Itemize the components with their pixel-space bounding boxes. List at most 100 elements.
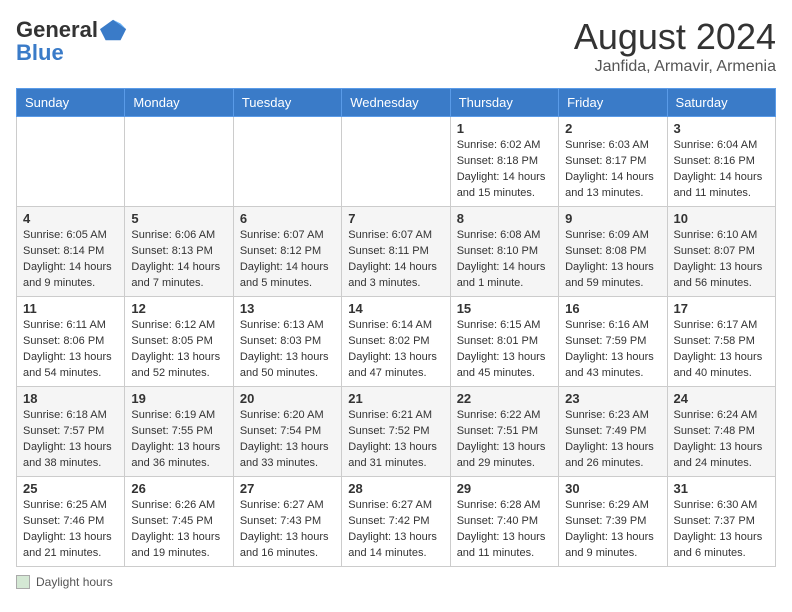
day-number: 14 [348, 301, 443, 316]
day-info: Sunrise: 6:28 AM Sunset: 7:40 PM Dayligh… [457, 498, 552, 562]
day-info: Sunrise: 6:27 AM Sunset: 7:43 PM Dayligh… [240, 498, 335, 562]
calendar-cell: 18Sunrise: 6:18 AM Sunset: 7:57 PM Dayli… [17, 387, 125, 477]
calendar-cell: 28Sunrise: 6:27 AM Sunset: 7:42 PM Dayli… [342, 477, 450, 567]
calendar-cell: 15Sunrise: 6:15 AM Sunset: 8:01 PM Dayli… [450, 297, 558, 387]
calendar-cell: 27 Sunrise: 6:27 AM Sunset: 7:43 PM Dayli… [233, 477, 341, 567]
calendar-week-row: 4 Sunrise: 6:05 AM Sunset: 8:14 PM Daylig… [17, 207, 776, 297]
day-info: Sunrise: 6:03 AM Sunset: 8:17 PM Dayligh… [565, 138, 660, 202]
calendar-week-row: 18Sunrise: 6:18 AM Sunset: 7:57 PM Dayli… [17, 387, 776, 477]
day-of-week-header: Monday [125, 89, 233, 117]
day-number: 29 [457, 481, 552, 496]
day-info: Sunrise: 6:05 AM Sunset: 8:14 PM Dayligh… [23, 228, 118, 292]
calendar-cell: 7Sunrise: 6:07 AM Sunset: 8:11 PM Daylig… [342, 207, 450, 297]
calendar-cell: 3 Sunrise: 6:04 AM Sunset: 8:16 PM Daylig… [667, 117, 775, 207]
day-info: Sunrise: 6:24 AM Sunset: 7:48 PM Dayligh… [674, 408, 769, 472]
day-info: Sunrise: 6:07 AM Sunset: 8:12 PM Dayligh… [240, 228, 335, 292]
day-number: 26 [131, 481, 226, 496]
calendar-cell [125, 117, 233, 207]
logo: General Blue [16, 16, 128, 66]
day-info: Sunrise: 6:12 AM Sunset: 8:05 PM Dayligh… [131, 318, 226, 382]
calendar-cell: 26 Sunrise: 6:26 AM Sunset: 7:45 PM Dayli… [125, 477, 233, 567]
day-number: 16 [565, 301, 660, 316]
calendar-week-row: 25 Sunrise: 6:25 AM Sunset: 7:46 PM Dayli… [17, 477, 776, 567]
calendar-cell: 5Sunrise: 6:06 AM Sunset: 8:13 PM Daylig… [125, 207, 233, 297]
day-number: 10 [674, 211, 769, 226]
day-number: 4 [23, 211, 118, 226]
calendar-cell: 21 Sunrise: 6:21 AM Sunset: 7:52 PM Dayli… [342, 387, 450, 477]
day-number: 3 [674, 121, 769, 136]
calendar-cell: 25 Sunrise: 6:25 AM Sunset: 7:46 PM Dayli… [17, 477, 125, 567]
day-number: 21 [348, 391, 443, 406]
day-of-week-header: Sunday [17, 89, 125, 117]
day-number: 5 [131, 211, 226, 226]
day-info: Sunrise: 6:25 AM Sunset: 7:46 PM Dayligh… [23, 498, 118, 562]
day-info: Sunrise: 6:13 AM Sunset: 8:03 PM Dayligh… [240, 318, 335, 382]
calendar-week-row: 11 Sunrise: 6:11 AM Sunset: 8:06 PM Dayli… [17, 297, 776, 387]
location-title: Janfida, Armavir, Armenia [574, 58, 776, 76]
calendar-cell [342, 117, 450, 207]
calendar-cell: 31 Sunrise: 6:30 AM Sunset: 7:37 PM Dayli… [667, 477, 775, 567]
day-info: Sunrise: 6:26 AM Sunset: 7:45 PM Dayligh… [131, 498, 226, 562]
day-info: Sunrise: 6:04 AM Sunset: 8:16 PM Dayligh… [674, 138, 769, 202]
day-of-week-header: Tuesday [233, 89, 341, 117]
calendar-cell: 17 Sunrise: 6:17 AM Sunset: 7:58 PM Dayli… [667, 297, 775, 387]
day-info: Sunrise: 6:09 AM Sunset: 8:08 PM Dayligh… [565, 228, 660, 292]
calendar-cell: 30 Sunrise: 6:29 AM Sunset: 7:39 PM Dayli… [559, 477, 667, 567]
calendar-cell: 16 Sunrise: 6:16 AM Sunset: 7:59 PM Dayli… [559, 297, 667, 387]
calendar-cell: 6 Sunrise: 6:07 AM Sunset: 8:12 PM Daylig… [233, 207, 341, 297]
calendar-cell: 9 Sunrise: 6:09 AM Sunset: 8:08 PM Daylig… [559, 207, 667, 297]
month-title: August 2024 [574, 16, 776, 58]
day-info: Sunrise: 6:21 AM Sunset: 7:52 PM Dayligh… [348, 408, 443, 472]
day-info: Sunrise: 6:17 AM Sunset: 7:58 PM Dayligh… [674, 318, 769, 382]
day-number: 12 [131, 301, 226, 316]
day-number: 25 [23, 481, 118, 496]
calendar-cell: 13Sunrise: 6:13 AM Sunset: 8:03 PM Dayli… [233, 297, 341, 387]
calendar-cell: 23Sunrise: 6:23 AM Sunset: 7:49 PM Dayli… [559, 387, 667, 477]
day-number: 1 [457, 121, 552, 136]
day-info: Sunrise: 6:29 AM Sunset: 7:39 PM Dayligh… [565, 498, 660, 562]
day-number: 31 [674, 481, 769, 496]
day-of-week-header: Wednesday [342, 89, 450, 117]
calendar-cell: 24 Sunrise: 6:24 AM Sunset: 7:48 PM Dayli… [667, 387, 775, 477]
calendar-cell: 19Sunrise: 6:19 AM Sunset: 7:55 PM Dayli… [125, 387, 233, 477]
day-info: Sunrise: 6:19 AM Sunset: 7:55 PM Dayligh… [131, 408, 226, 472]
day-number: 27 [240, 481, 335, 496]
footer: Daylight hours [16, 575, 776, 589]
day-number: 22 [457, 391, 552, 406]
calendar-cell: 2 Sunrise: 6:03 AM Sunset: 8:17 PM Daylig… [559, 117, 667, 207]
legend-label: Daylight hours [36, 575, 113, 589]
day-info: Sunrise: 6:08 AM Sunset: 8:10 PM Dayligh… [457, 228, 552, 292]
day-number: 24 [674, 391, 769, 406]
calendar-cell [17, 117, 125, 207]
day-info: Sunrise: 6:02 AM Sunset: 8:18 PM Dayligh… [457, 138, 552, 202]
day-number: 28 [348, 481, 443, 496]
day-number: 30 [565, 481, 660, 496]
day-number: 18 [23, 391, 118, 406]
title-block: August 2024 Janfida, Armavir, Armenia [574, 16, 776, 76]
calendar-cell: 1 Sunrise: 6:02 AM Sunset: 8:18 PM Daylig… [450, 117, 558, 207]
day-of-week-header: Friday [559, 89, 667, 117]
calendar-cell: 29 Sunrise: 6:28 AM Sunset: 7:40 PM Dayli… [450, 477, 558, 567]
day-info: Sunrise: 6:22 AM Sunset: 7:51 PM Dayligh… [457, 408, 552, 472]
day-info: Sunrise: 6:14 AM Sunset: 8:02 PM Dayligh… [348, 318, 443, 382]
day-info: Sunrise: 6:07 AM Sunset: 8:11 PM Dayligh… [348, 228, 443, 292]
day-number: 6 [240, 211, 335, 226]
day-number: 17 [674, 301, 769, 316]
page-header: General Blue August 2024 Janfida, Armavi… [16, 16, 776, 76]
day-info: Sunrise: 6:16 AM Sunset: 7:59 PM Dayligh… [565, 318, 660, 382]
day-number: 9 [565, 211, 660, 226]
day-info: Sunrise: 6:30 AM Sunset: 7:37 PM Dayligh… [674, 498, 769, 562]
calendar-cell: 8Sunrise: 6:08 AM Sunset: 8:10 PM Daylig… [450, 207, 558, 297]
day-info: Sunrise: 6:23 AM Sunset: 7:49 PM Dayligh… [565, 408, 660, 472]
day-info: Sunrise: 6:11 AM Sunset: 8:06 PM Dayligh… [23, 318, 118, 382]
day-number: 15 [457, 301, 552, 316]
day-of-week-header: Thursday [450, 89, 558, 117]
day-number: 2 [565, 121, 660, 136]
calendar-cell: 12 Sunrise: 6:12 AM Sunset: 8:05 PM Dayli… [125, 297, 233, 387]
calendar-cell [233, 117, 341, 207]
day-number: 11 [23, 301, 118, 316]
day-info: Sunrise: 6:10 AM Sunset: 8:07 PM Dayligh… [674, 228, 769, 292]
day-of-week-header: Saturday [667, 89, 775, 117]
calendar-header-row: SundayMondayTuesdayWednesdayThursdayFrid… [17, 89, 776, 117]
calendar-table: SundayMondayTuesdayWednesdayThursdayFrid… [16, 88, 776, 567]
